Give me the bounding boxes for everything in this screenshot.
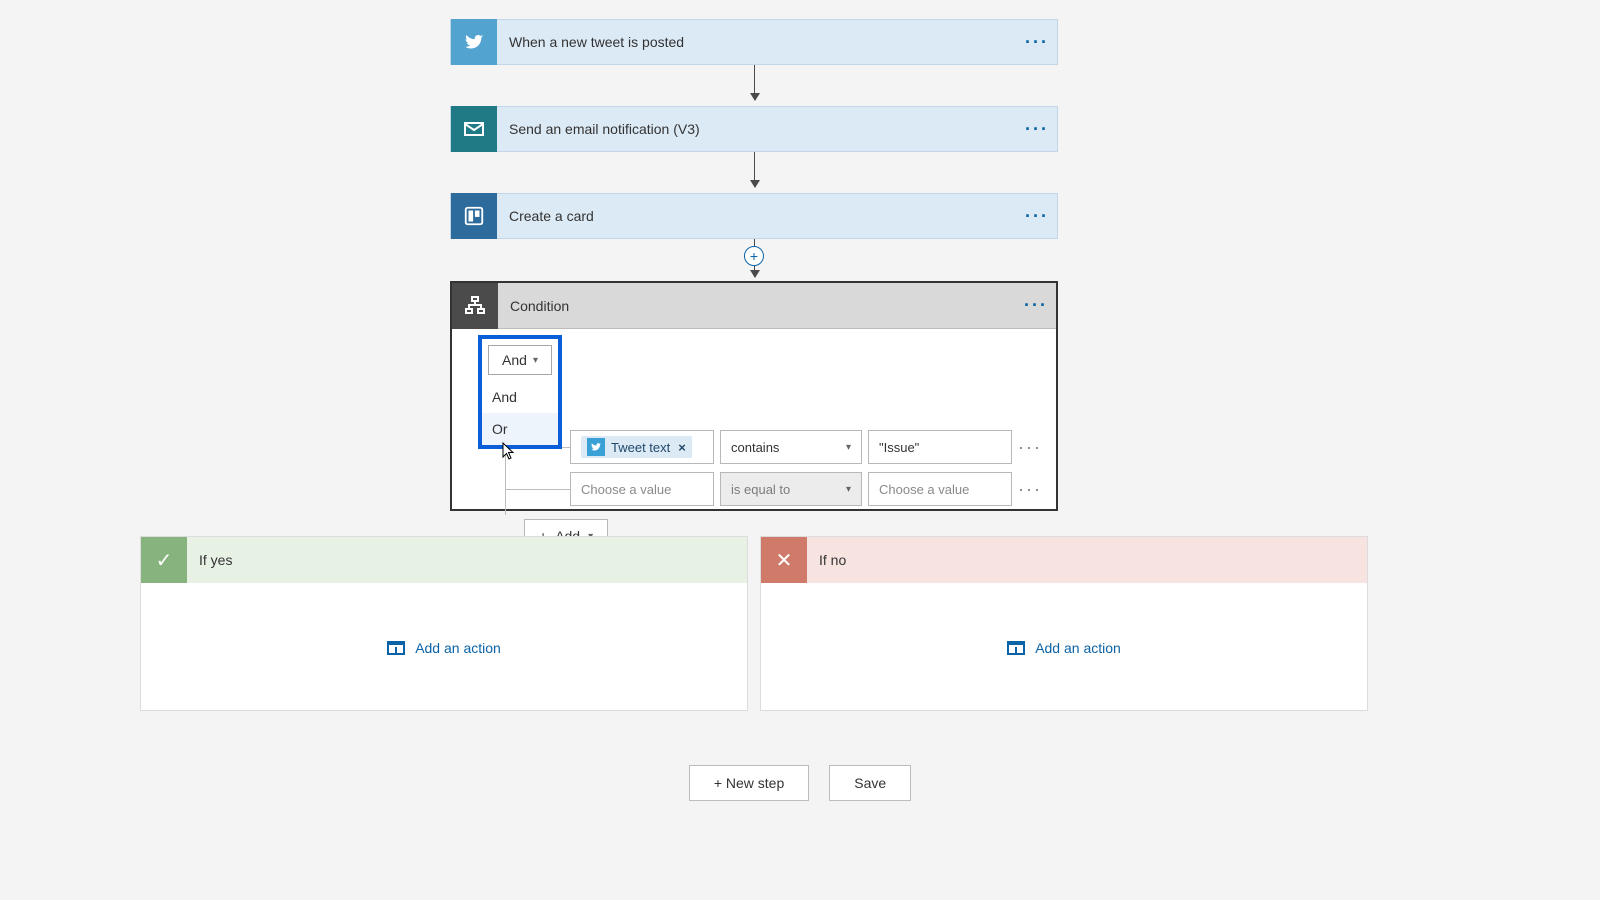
condition-right-value[interactable]: "Issue" <box>868 430 1012 464</box>
operator-label: is equal to <box>731 482 790 497</box>
step-menu-button[interactable]: ··· <box>1017 119 1057 140</box>
condition-row: Tweet text × contains ▾ "Issue" ··· <box>570 430 1036 464</box>
close-icon: ✕ <box>761 537 807 583</box>
condition-operator-select[interactable]: contains ▾ <box>720 430 862 464</box>
condition-left-value[interactable]: Tweet text × <box>570 430 714 464</box>
condition-card: Condition ··· And ▾ And Or <box>450 281 1058 511</box>
step-title: Create a card <box>497 208 1017 224</box>
branch-title: If no <box>807 552 846 568</box>
branch-title: If yes <box>187 552 232 568</box>
condition-left-value[interactable]: Choose a value <box>570 472 714 506</box>
condition-right-value[interactable]: Choose a value <box>868 472 1012 506</box>
step-twitter-trigger[interactable]: When a new tweet is posted ··· <box>450 19 1058 65</box>
check-icon: ✓ <box>141 537 187 583</box>
chevron-down-icon: ▾ <box>533 355 538 366</box>
insert-step-button[interactable]: + <box>744 246 764 266</box>
save-label: Save <box>854 775 886 791</box>
right-value-text: "Issue" <box>879 440 919 455</box>
row-menu-button[interactable]: ··· <box>1018 479 1036 500</box>
logic-option-or[interactable]: Or <box>482 413 558 445</box>
add-action-button[interactable]: Add an action <box>1007 640 1121 656</box>
step-create-card[interactable]: Create a card ··· <box>450 193 1058 239</box>
logic-selected[interactable]: And ▾ <box>488 345 552 375</box>
save-button[interactable]: Save <box>829 765 911 801</box>
add-action-button[interactable]: Add an action <box>387 640 501 656</box>
branch-header[interactable]: ✓ If yes <box>141 537 747 583</box>
step-send-email[interactable]: Send an email notification (V3) ··· <box>450 106 1058 152</box>
condition-operator-select[interactable]: is equal to ▾ <box>720 472 862 506</box>
condition-icon <box>452 283 498 329</box>
row-menu-button[interactable]: ··· <box>1018 437 1036 458</box>
connector-arrow <box>754 65 755 100</box>
dynamic-token-tweet-text[interactable]: Tweet text × <box>581 436 692 458</box>
token-label: Tweet text <box>611 440 670 455</box>
chevron-down-icon: ▾ <box>846 484 851 495</box>
new-step-label: + New step <box>714 775 784 791</box>
step-title: Send an email notification (V3) <box>497 121 1017 137</box>
condition-row: Choose a value is equal to ▾ Choose a va… <box>570 472 1036 506</box>
step-menu-button[interactable]: ··· <box>1017 32 1057 53</box>
condition-menu-button[interactable]: ··· <box>1016 295 1056 316</box>
mail-icon <box>451 106 497 152</box>
logic-operator-dropdown[interactable]: And ▾ And Or <box>478 335 562 449</box>
step-title: When a new tweet is posted <box>497 34 1017 50</box>
trello-icon <box>451 193 497 239</box>
connector-arrow <box>754 152 755 187</box>
chevron-down-icon: ▾ <box>846 442 851 453</box>
condition-title: Condition <box>498 298 1016 314</box>
right-placeholder: Choose a value <box>879 482 969 497</box>
add-action-label: Add an action <box>1035 640 1121 656</box>
group-guide <box>505 489 570 490</box>
branch-if-yes: ✓ If yes Add an action <box>140 536 748 711</box>
branch-if-no: ✕ If no Add an action <box>760 536 1368 711</box>
logic-selected-label: And <box>502 352 527 368</box>
condition-header[interactable]: Condition ··· <box>452 283 1056 329</box>
twitter-icon <box>451 19 497 65</box>
token-remove-icon[interactable]: × <box>676 440 686 455</box>
add-action-label: Add an action <box>415 640 501 656</box>
step-menu-button[interactable]: ··· <box>1017 206 1057 227</box>
footer-buttons: + New step Save <box>0 765 1600 801</box>
new-step-button[interactable]: + New step <box>689 765 809 801</box>
add-action-icon <box>1007 641 1025 655</box>
logic-option-and[interactable]: And <box>482 381 558 413</box>
twitter-icon <box>587 438 605 456</box>
add-action-icon <box>387 641 405 655</box>
operator-label: contains <box>731 440 779 455</box>
left-placeholder: Choose a value <box>581 482 671 497</box>
branch-header[interactable]: ✕ If no <box>761 537 1367 583</box>
